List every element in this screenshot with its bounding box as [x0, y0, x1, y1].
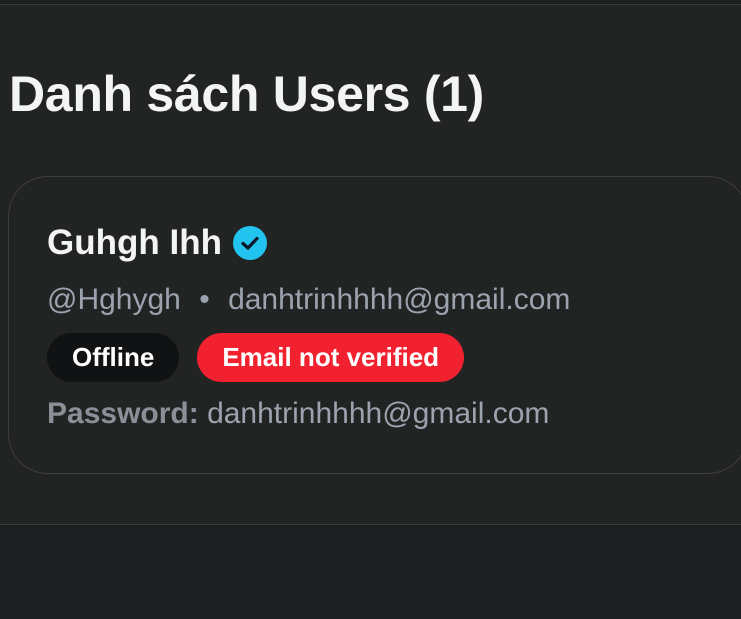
user-email: danhtrinhhhh@gmail.com	[228, 283, 571, 316]
meta-separator: •	[199, 283, 210, 316]
user-card[interactable]: Guhgh Ihh @Hghygh • danhtrinhhhh@gmail.c…	[8, 176, 741, 474]
status-badges: Offline Email not verified	[47, 333, 465, 382]
page-title: Danh sách Users (1)	[9, 66, 485, 122]
user-name-row: Guhgh Ihh	[47, 221, 268, 265]
password-row: Password: danhtrinhhhh@gmail.com	[47, 396, 549, 432]
password-value: danhtrinhhhh@gmail.com	[207, 397, 550, 430]
check-circle-icon	[232, 225, 268, 261]
password-label: Password:	[47, 397, 199, 430]
users-panel: Danh sách Users (1) Guhgh Ihh @Hghygh • …	[0, 4, 741, 525]
username: @Hghygh	[47, 283, 181, 316]
email-not-verified-badge: Email not verified	[197, 333, 465, 382]
user-name: Guhgh Ihh	[47, 223, 222, 262]
user-meta: @Hghygh • danhtrinhhhh@gmail.com	[47, 282, 570, 318]
offline-status-badge: Offline	[47, 333, 180, 382]
